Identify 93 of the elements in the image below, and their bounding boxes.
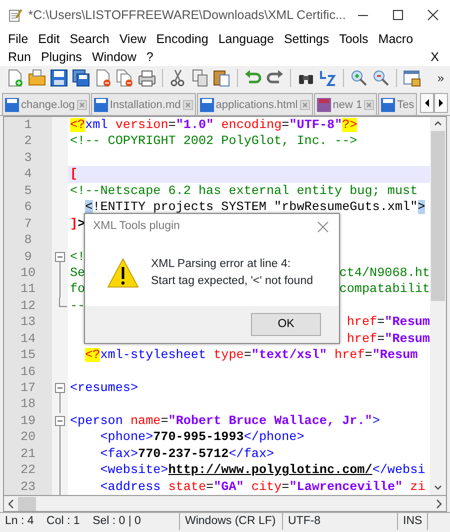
close-document-button[interactable]: X xyxy=(426,48,444,66)
document-tab[interactable]: applications.html xyxy=(196,93,313,115)
notepad-icon xyxy=(8,6,22,24)
code-line: <!--Netscape 6.2 has external entity bug; must xyxy=(70,184,418,198)
code-line: [ xyxy=(70,167,78,182)
line-number: 3 xyxy=(23,150,33,166)
window-title: *C:\Users\LISTOFFREEWARE\Downloads\XML Certific... xyxy=(28,6,346,24)
warning-icon xyxy=(107,258,139,288)
code-line: <resumes> xyxy=(70,381,138,395)
toolbar-overflow-button[interactable]: » xyxy=(437,69,444,87)
line-number: 5 xyxy=(23,182,33,200)
menu-item[interactable]: ? xyxy=(141,48,158,66)
code-line: ct4/N9068.ht xyxy=(339,264,430,282)
code-line: <fax>770-237-5712</fax> xyxy=(100,446,274,461)
error-message: XML Parsing error at line 4: xyxy=(151,256,292,272)
scroll-right-icon[interactable] xyxy=(434,93,448,113)
scrollbar-thumb[interactable] xyxy=(431,131,445,301)
code-line: <?xml version="1.0" encoding="UTF-8"?> xyxy=(70,118,358,132)
menu-item[interactable]: Tools xyxy=(334,30,374,48)
menu-item[interactable]: Plugins xyxy=(36,48,87,66)
file-icon xyxy=(200,98,214,112)
line-number: 21 xyxy=(19,446,37,462)
code-line: <address state="GA" city="Lawrenceville" zi xyxy=(100,480,426,494)
close-icon[interactable] xyxy=(426,9,439,21)
code-line: -- xyxy=(70,298,86,313)
line-number: 19 xyxy=(19,412,37,430)
line-number: 12 xyxy=(19,298,37,314)
status-field: UTF-8 xyxy=(283,513,398,530)
line-number: 20 xyxy=(19,429,37,446)
menu-item[interactable]: Settings xyxy=(278,30,334,48)
scrollbar-thumb[interactable] xyxy=(18,496,36,510)
scroll-left-icon[interactable] xyxy=(420,93,434,113)
floppy-disks-icon[interactable] xyxy=(71,68,91,88)
code-line: <person name="Robert Bruce Wallace, Jr."> xyxy=(70,414,380,428)
code-line: href="Resum xyxy=(346,314,430,331)
zoom-in-icon[interactable] xyxy=(349,68,369,88)
menu-item[interactable]: View xyxy=(114,30,152,48)
line-number: 14 xyxy=(19,330,37,348)
zoom-out-icon[interactable] xyxy=(371,68,391,88)
line-number: 2 xyxy=(23,133,33,150)
status-field: Ln : 4 Col : 1 Sel : 0 | 0 xyxy=(0,513,180,530)
code-line: <phone>770-995-1993</phone> xyxy=(100,430,304,444)
document-tab[interactable]: change.log xyxy=(2,93,90,115)
printer-icon[interactable] xyxy=(137,68,157,88)
line-number: 10 xyxy=(19,264,37,282)
line-number: 22 xyxy=(19,462,37,479)
line-number: 18 xyxy=(19,396,37,413)
menu-item[interactable]: Run xyxy=(3,48,36,66)
line-number: 13 xyxy=(19,314,37,331)
folder-icon[interactable] xyxy=(27,68,47,88)
code-line: href="Resum xyxy=(346,330,430,348)
status-field: INS xyxy=(398,513,428,530)
menu-item[interactable]: Language xyxy=(213,30,279,48)
line-number: 6 xyxy=(23,199,33,216)
menu-item[interactable]: Edit xyxy=(33,30,65,48)
close-files-icon[interactable] xyxy=(115,68,135,88)
document-tab[interactable]: Installation.md xyxy=(90,93,196,115)
error-message: Start tag expected, '<' not found xyxy=(151,274,313,289)
menu-item[interactable]: Macro xyxy=(373,30,418,48)
code-line: fo xyxy=(70,282,86,296)
code-line: <! xyxy=(70,250,86,264)
line-number: 9 xyxy=(23,248,33,265)
line-number: 11 xyxy=(19,281,37,298)
line-number: 1 xyxy=(23,117,33,134)
line-number: 7 xyxy=(23,216,33,232)
copy-icon[interactable] xyxy=(190,68,210,88)
code-line: compatabilit xyxy=(339,281,430,298)
status-field: Windows (CR LF) xyxy=(180,513,283,530)
fold-toggle-icon[interactable] xyxy=(55,380,65,397)
dialog-title: XML Tools plugin xyxy=(93,219,181,234)
line-number: 16 xyxy=(19,364,37,380)
document-tab[interactable]: new 1 xyxy=(314,93,378,115)
line-number: 15 xyxy=(19,347,37,364)
maximize-icon[interactable] xyxy=(392,9,404,21)
unsaved-file-icon xyxy=(316,98,331,112)
code-line: <website>http://www.polyglotinc.com/</websi xyxy=(100,463,426,478)
line-number: 4 xyxy=(23,166,33,183)
ok-button[interactable]: OK xyxy=(251,313,321,336)
file-icon xyxy=(94,98,108,112)
code-line: <!-- COPYRIGHT 2002 PolyGlot, Inc. --> xyxy=(70,134,358,148)
line-number: 8 xyxy=(23,232,33,248)
paste-icon[interactable] xyxy=(212,68,232,88)
document-tab[interactable]: Tes xyxy=(378,93,418,115)
menu-item[interactable]: Window xyxy=(86,48,142,66)
menu-item[interactable]: Search xyxy=(64,30,114,48)
code-line: Se xyxy=(70,266,86,280)
file-icon xyxy=(5,98,19,112)
line-number: 23 xyxy=(19,478,37,495)
file-icon xyxy=(381,98,396,112)
code-line: <?xml-stylesheet type="text/xsl" href="Resum xyxy=(85,348,418,362)
line-number: 17 xyxy=(19,380,37,396)
menu-item[interactable]: File xyxy=(3,30,34,48)
menu-item[interactable]: Encoding xyxy=(151,30,214,48)
